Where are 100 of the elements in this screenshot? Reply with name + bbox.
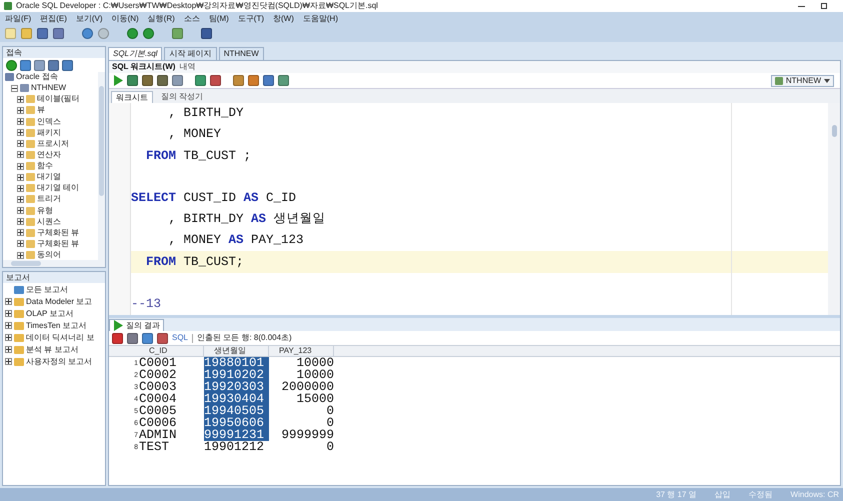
table-cell[interactable]: 15000 bbox=[269, 393, 334, 405]
tree-item[interactable]: 사용자정의 보고서 bbox=[26, 358, 92, 366]
tree-item[interactable]: 데이터 딕셔너리 보 bbox=[26, 334, 94, 342]
menu-item[interactable]: 창(W) bbox=[273, 14, 294, 22]
table-cell[interactable]: 2000000 bbox=[269, 381, 334, 393]
editor-tab[interactable]: 시작 페이지 bbox=[164, 47, 217, 60]
expand-icon[interactable] bbox=[17, 118, 24, 126]
editor-tab[interactable]: SQL기본.sql bbox=[108, 47, 162, 60]
expand-icon[interactable] bbox=[17, 140, 24, 148]
table-cell[interactable]: ADMIN bbox=[139, 429, 204, 441]
menu-item[interactable]: 도움말(H) bbox=[302, 14, 338, 22]
table-cell[interactable]: C0004 bbox=[139, 393, 204, 405]
menu-item[interactable]: 실행(R) bbox=[148, 14, 175, 22]
tree-item[interactable]: 모든 보고서 bbox=[26, 286, 68, 294]
run-icon[interactable] bbox=[113, 75, 123, 86]
expand-icon[interactable] bbox=[17, 162, 24, 170]
expand-icon[interactable] bbox=[5, 298, 12, 305]
tree-item[interactable]: OLAP 보고서 bbox=[26, 310, 74, 318]
tree-item[interactable]: Oracle 접속 bbox=[16, 73, 58, 82]
table-cell[interactable]: 10000 bbox=[269, 369, 334, 381]
table-cell[interactable]: 10000 bbox=[269, 357, 334, 369]
tree-item[interactable]: 연산자 bbox=[37, 150, 61, 159]
restore-icon[interactable] bbox=[821, 3, 827, 9]
sub-tab[interactable]: 내역 bbox=[179, 63, 196, 71]
table-cell[interactable]: 99991231 bbox=[204, 429, 269, 441]
expand-icon[interactable] bbox=[17, 184, 24, 192]
expand-icon[interactable] bbox=[17, 151, 24, 158]
tree-item[interactable]: 대기열 테이 bbox=[37, 184, 80, 192]
menu-item[interactable]: 팀(M) bbox=[208, 14, 229, 22]
table-cell[interactable]: 9999999 bbox=[269, 429, 334, 441]
editor-tab[interactable]: NTHNEW bbox=[218, 47, 264, 60]
tree-item[interactable]: 함수 bbox=[37, 162, 53, 170]
expand-icon[interactable] bbox=[5, 322, 12, 329]
tree-item[interactable]: 프로시저 bbox=[37, 140, 69, 148]
menu-item[interactable]: 편집(E) bbox=[40, 14, 67, 22]
scrollbar[interactable] bbox=[98, 72, 105, 260]
sql-link[interactable]: SQL bbox=[172, 334, 188, 342]
tree-item[interactable]: 테이블(필터 bbox=[37, 95, 80, 104]
expand-icon[interactable] bbox=[5, 334, 12, 341]
tree-item[interactable]: 구체화된 뷰 bbox=[37, 240, 80, 248]
results-tab[interactable]: 질의 결과 bbox=[109, 319, 164, 331]
tree-item[interactable]: 패키지 bbox=[37, 128, 61, 137]
table-cell[interactable]: 19880101 bbox=[204, 357, 269, 369]
table-cell[interactable]: C0006 bbox=[139, 417, 204, 429]
menu-item[interactable]: 소스 bbox=[184, 14, 200, 22]
scrollbar[interactable] bbox=[3, 260, 105, 267]
table-cell[interactable]: 0 bbox=[269, 441, 334, 453]
expand-icon[interactable] bbox=[17, 252, 24, 259]
menu-item[interactable]: 보기(V) bbox=[76, 14, 103, 22]
expand-icon[interactable] bbox=[17, 196, 24, 203]
code-editor[interactable]: , BIRTH_DY , MONEY FROM TB_CUST ; SELECT CUST_ID AS C_ID , BIRTH_DY AS 생년월일 , MONEY AS PAY_123 FROM TB_CUST; --13 bbox=[109, 103, 840, 315]
menu-item[interactable]: 파일(F) bbox=[5, 14, 32, 22]
expand-icon[interactable] bbox=[17, 174, 24, 181]
table-cell[interactable]: 19901212 bbox=[204, 441, 269, 453]
tree-item[interactable]: 분석 뷰 보고서 bbox=[26, 346, 78, 354]
column-header[interactable]: PAY_123 bbox=[269, 346, 334, 356]
tree-item[interactable]: 트리거 bbox=[37, 195, 61, 204]
tree-item[interactable]: 뷰 bbox=[37, 106, 45, 114]
run-icon[interactable] bbox=[113, 320, 123, 331]
table-cell[interactable]: C0002 bbox=[139, 369, 204, 381]
table-cell[interactable]: 19950606 bbox=[204, 417, 269, 429]
tree-item[interactable]: TimesTen 보고서 bbox=[26, 322, 87, 330]
connection-dropdown[interactable]: NTHNEW bbox=[770, 74, 834, 86]
expand-icon[interactable] bbox=[5, 346, 12, 353]
table-cell[interactable]: C0003 bbox=[139, 381, 204, 393]
table-cell[interactable]: 19910202 bbox=[204, 369, 269, 381]
table-cell[interactable]: C0001 bbox=[139, 357, 204, 369]
worksheet-tab[interactable]: 워크시트 bbox=[111, 91, 153, 103]
expand-icon[interactable] bbox=[17, 229, 24, 236]
tree-item[interactable]: 대기열 bbox=[37, 173, 61, 182]
expand-icon[interactable] bbox=[17, 207, 24, 214]
column-header[interactable]: C_ID bbox=[139, 346, 204, 356]
tree-item[interactable]: 유형 bbox=[37, 206, 53, 215]
menu-item[interactable]: 이동(N) bbox=[112, 14, 139, 22]
table-cell[interactable]: 19930404 bbox=[204, 393, 269, 405]
table-cell[interactable]: TEST bbox=[139, 441, 204, 453]
collapse-icon[interactable] bbox=[11, 84, 18, 92]
table-cell[interactable]: C0005 bbox=[139, 405, 204, 417]
tree-item[interactable]: 동의어 bbox=[37, 251, 61, 260]
expand-icon[interactable] bbox=[17, 106, 24, 114]
tree-item[interactable]: 인덱스 bbox=[37, 118, 61, 126]
table-cell[interactable]: 19940505 bbox=[204, 405, 269, 417]
table-cell[interactable]: 0 bbox=[269, 405, 334, 417]
tree-item[interactable]: NTHNEW bbox=[31, 84, 66, 92]
expand-icon[interactable] bbox=[17, 240, 24, 248]
column-header[interactable]: 생년월일 bbox=[204, 346, 269, 356]
tree-item[interactable]: Data Modeler 보고 bbox=[26, 298, 92, 306]
sub-tab[interactable]: SQL 워크시트(W) bbox=[112, 63, 176, 71]
expand-icon[interactable] bbox=[17, 96, 24, 103]
worksheet-tab[interactable]: 질의 작성기 bbox=[157, 91, 208, 103]
expand-icon[interactable] bbox=[17, 218, 24, 226]
table-cell[interactable]: 0 bbox=[269, 417, 334, 429]
expand-icon[interactable] bbox=[5, 358, 12, 365]
table-cell[interactable]: 19920303 bbox=[204, 381, 269, 393]
expand-icon[interactable] bbox=[5, 310, 12, 317]
menu-item[interactable]: 도구(T) bbox=[238, 14, 264, 22]
tree-item[interactable]: 시퀀스 bbox=[37, 218, 61, 226]
tree-item[interactable]: 구체화된 뷰 bbox=[37, 228, 80, 237]
scrollbar[interactable] bbox=[828, 103, 840, 315]
expand-icon[interactable] bbox=[17, 129, 24, 136]
